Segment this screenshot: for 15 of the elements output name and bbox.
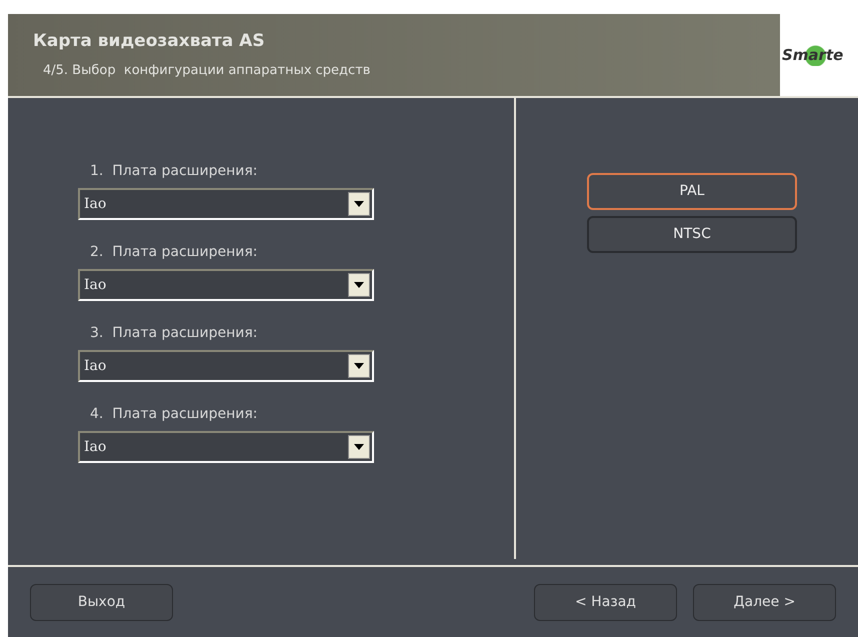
exit-button[interactable]: Выход: [30, 584, 173, 620]
wizard-title: Карта видеозахвата AS: [33, 30, 266, 53]
board-label: 4. Плата расширения:: [89, 405, 258, 424]
wizard-step: 4/5. Выбор конфигурации аппаратных средств: [33, 60, 780, 80]
board-dropdown[interactable]: Iao: [78, 350, 374, 382]
board-dropdown[interactable]: Iao: [78, 269, 374, 301]
standard-button[interactable]: NTSC: [587, 216, 797, 253]
board-dropdown[interactable]: Iao: [78, 431, 374, 463]
board-dropdown[interactable]: Iao: [78, 188, 374, 220]
board-label: 3. Плата расширения:: [89, 324, 258, 343]
board-label: 1. Плата расширения:: [89, 162, 258, 181]
standard-button[interactable]: PAL: [587, 173, 797, 210]
back-button[interactable]: < Назад: [534, 584, 677, 620]
next-button[interactable]: Далее >: [693, 584, 836, 620]
board-label: 2. Плата расширения:: [89, 243, 258, 262]
